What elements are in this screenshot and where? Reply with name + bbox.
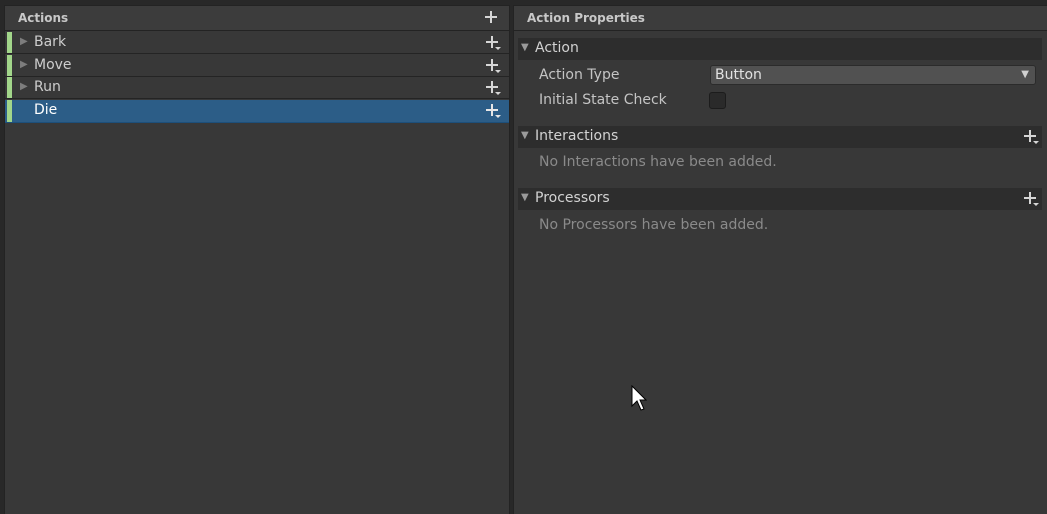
triangle-down-icon[interactable]: ▼ <box>521 42 529 53</box>
action-color-stripe <box>7 55 12 77</box>
properties-header: Action Properties <box>514 6 1047 31</box>
interactions-section-header[interactable]: ▼ Interactions <box>518 126 1042 148</box>
add-binding-plus-dropdown-icon[interactable] <box>485 57 501 75</box>
action-row-run[interactable]: ▶ Run <box>5 77 509 99</box>
properties-title: Action Properties <box>527 11 645 25</box>
interactions-section-label: Interactions <box>535 128 619 144</box>
action-row-move[interactable]: ▶ Move <box>5 55 509 77</box>
action-properties-panel: Action Properties ▼ Action Action Type B… <box>513 5 1047 514</box>
action-label: Move <box>34 57 72 73</box>
action-type-value: Button <box>715 67 762 83</box>
processors-section-label: Processors <box>535 190 610 206</box>
add-binding-plus-dropdown-icon[interactable] <box>485 34 501 52</box>
action-color-stripe <box>7 100 12 123</box>
triangle-down-icon[interactable]: ▼ <box>521 192 529 203</box>
triangle-down-icon[interactable]: ▼ <box>521 130 529 141</box>
initial-state-check-label: Initial State Check <box>539 92 667 108</box>
add-interaction-plus-dropdown-icon[interactable] <box>1023 128 1039 146</box>
action-row-bark[interactable]: ▶ Bark <box>5 32 509 54</box>
processors-section-header[interactable]: ▼ Processors <box>518 188 1042 210</box>
mouse-pointer-icon <box>631 385 647 411</box>
actions-panel: Actions ▶ Bark ▶ Move ▶ Run Die <box>4 5 510 514</box>
chevron-down-icon: ▼ <box>1021 69 1029 80</box>
row-divider <box>5 122 509 123</box>
action-label: Bark <box>34 34 67 50</box>
actions-header: Actions <box>5 6 509 31</box>
add-binding-plus-dropdown-icon[interactable] <box>485 79 501 97</box>
row-divider <box>5 53 509 54</box>
initial-state-checkbox[interactable] <box>709 92 726 109</box>
triangle-right-icon[interactable]: ▶ <box>20 59 28 70</box>
triangle-right-icon[interactable]: ▶ <box>20 36 28 47</box>
action-color-stripe <box>7 32 12 54</box>
interactions-empty-text: No Interactions have been added. <box>539 154 777 170</box>
action-label: Run <box>34 79 61 95</box>
action-row-die[interactable]: Die <box>5 100 509 123</box>
action-color-stripe <box>7 77 12 99</box>
processors-empty-text: No Processors have been added. <box>539 217 769 233</box>
action-section-header[interactable]: ▼ Action <box>518 38 1042 60</box>
add-processor-plus-dropdown-icon[interactable] <box>1023 190 1039 208</box>
add-action-plus-icon[interactable] <box>483 8 499 26</box>
row-divider <box>5 98 509 99</box>
add-binding-plus-dropdown-icon[interactable] <box>485 102 501 120</box>
actions-title: Actions <box>18 11 69 25</box>
action-type-label: Action Type <box>539 67 620 83</box>
action-section-label: Action <box>535 40 579 56</box>
action-label: Die <box>34 102 58 118</box>
action-type-dropdown[interactable]: Button ▼ <box>710 65 1036 85</box>
triangle-right-icon[interactable]: ▶ <box>20 81 28 92</box>
